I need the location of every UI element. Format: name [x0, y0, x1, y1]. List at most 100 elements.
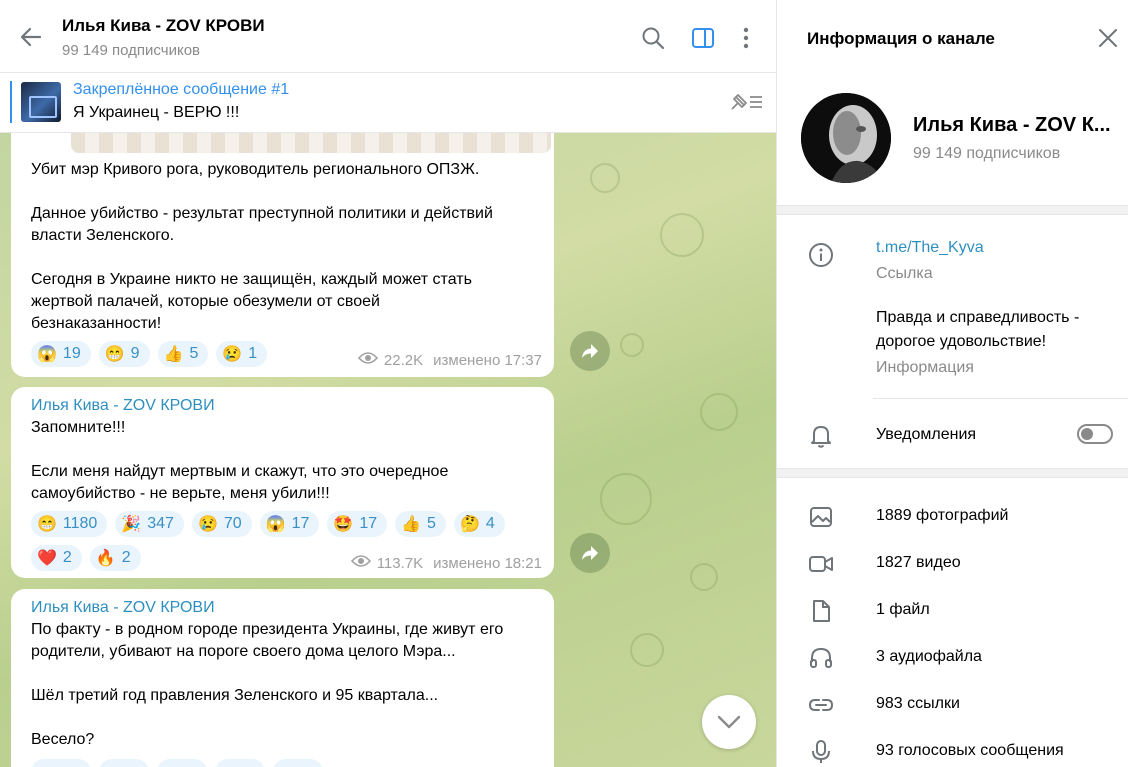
reaction-emoji-icon: 🎉 — [121, 516, 142, 533]
message-line — [31, 247, 536, 269]
link-icon — [808, 692, 834, 718]
forward-button[interactable] — [570, 533, 610, 573]
reaction-chip[interactable]: 🤔 4 — [453, 511, 505, 537]
media-row[interactable]: 1827 видео — [777, 544, 1128, 584]
reaction-count: 17 — [291, 515, 310, 532]
reaction-count: 5 — [189, 345, 199, 362]
message-meta: 22.2K изменено 17:37 — [357, 351, 542, 369]
reaction-chip[interactable]: 😢 1 — [216, 341, 268, 367]
message-text: Запомните!!! Если меня найдут мертвым и с… — [31, 417, 536, 505]
chat-subscribers: 99 149 подписчиков — [62, 42, 201, 59]
message-line: власти Зеленского. — [31, 227, 175, 244]
media-label: 1 файл — [876, 601, 930, 618]
close-button[interactable] — [1097, 27, 1119, 49]
reaction-chip[interactable] — [157, 759, 207, 767]
views-count: 22.2K — [383, 351, 424, 369]
pinned-message-bar[interactable]: Закреплённое сообщение #1 Я Украинец - В… — [0, 73, 776, 133]
message-bubble[interactable]: Илья Кива - ZOV КРОВИ Запомните!!! Если м… — [11, 387, 554, 578]
reaction-chip[interactable]: 👍 5 — [157, 341, 209, 367]
message-line: Сегодня в Украине никто не защищён, кажд… — [31, 271, 472, 288]
arrow-left-icon — [20, 27, 42, 47]
media-row[interactable]: 1 файл — [777, 591, 1128, 631]
reaction-chip[interactable]: 🔥 2 — [89, 545, 141, 571]
reaction-count: 2 — [121, 549, 131, 566]
section-divider — [777, 205, 1128, 215]
message-line: Весело? — [31, 731, 95, 748]
reaction-emoji-icon: ❤️ — [37, 550, 57, 567]
message-line: Шёл третий год правления Зеленского и 95… — [31, 687, 439, 704]
forward-button[interactable] — [570, 331, 610, 371]
channel-link[interactable]: t.me/The_Kyva — [876, 239, 984, 257]
reaction-emoji-icon: 😢 — [222, 346, 243, 363]
reaction-count: 347 — [147, 515, 174, 532]
sidebar-icon — [692, 28, 714, 48]
message-bubble[interactable]: Илья Кива - ZOV КРОВИ По факту - в родно… — [11, 589, 554, 767]
reaction-chip[interactable] — [273, 759, 323, 767]
edited-time: изменено 18:21 — [433, 554, 542, 572]
search-button[interactable] — [640, 25, 666, 51]
chat-header: Илья Кива - ZOV КРОВИ 99 149 подписчиков — [0, 0, 776, 73]
back-button[interactable] — [18, 24, 44, 50]
views-icon — [357, 351, 378, 369]
media-row[interactable]: 983 ссылки — [777, 685, 1128, 725]
message-sender[interactable]: Илья Кива - ZOV КРОВИ — [31, 599, 536, 617]
message-meta: 113.7K изменено 18:21 — [350, 554, 542, 572]
avatar-image — [801, 93, 891, 183]
message-bubble[interactable]: Убит мэр Кривого рога, руководитель реги… — [11, 115, 554, 377]
pinned-indicator — [10, 81, 12, 123]
headphones-icon — [808, 645, 834, 671]
reaction-emoji-icon: 👍 — [401, 516, 422, 533]
message-sender[interactable]: Илья Кива - ZOV КРОВИ — [31, 397, 536, 415]
reaction-chip[interactable]: 😱 19 — [31, 341, 91, 367]
media-row[interactable]: 3 аудиофайла — [777, 638, 1128, 678]
reaction-emoji-icon: 😁 — [37, 516, 57, 533]
media-label: 3 аудиофайла — [876, 648, 982, 665]
views-count: 113.7K — [376, 554, 424, 572]
reaction-chip[interactable]: 😱 17 — [259, 511, 320, 537]
reaction-emoji-icon: 🤩 — [333, 516, 354, 533]
media-row[interactable]: 93 голосовых сообщения — [777, 732, 1128, 767]
reaction-chip[interactable] — [215, 759, 265, 767]
reaction-emoji-icon: 😢 — [197, 516, 218, 533]
media-row[interactable]: 1889 фотографий — [777, 497, 1128, 537]
reaction-chip[interactable] — [99, 759, 149, 767]
search-icon — [642, 27, 665, 50]
channel-description-line1: Правда и справедливость - — [876, 309, 1080, 326]
media-label: 93 голосовых сообщения — [876, 742, 1064, 759]
pinned-list-button[interactable] — [728, 89, 764, 115]
message-line: жертвой палачей, которые обезумели от св… — [31, 293, 380, 310]
reaction-chip[interactable]: ❤️ 2 — [31, 545, 82, 571]
forward-icon — [582, 344, 598, 358]
reaction-count: 4 — [485, 515, 495, 532]
message-text: Убит мэр Кривого рога, руководитель реги… — [31, 159, 536, 335]
avatar[interactable] — [801, 93, 891, 183]
reaction-count: 19 — [62, 345, 81, 362]
pinned-thumbnail — [21, 82, 61, 122]
media-label: 1827 видео — [876, 554, 961, 571]
microphone-icon — [808, 739, 834, 765]
more-button[interactable] — [733, 25, 759, 51]
video-icon — [808, 551, 834, 577]
reaction-chip[interactable] — [31, 759, 91, 767]
reaction-chip[interactable]: 🎉 347 — [115, 511, 184, 537]
message-line: Если меня найдут мертвым и скажут, что э… — [31, 463, 449, 480]
notifications-toggle[interactable] — [1077, 424, 1113, 444]
scroll-down-button[interactable] — [702, 695, 756, 749]
reaction-chip[interactable]: 😁 1180 — [31, 511, 108, 537]
reaction-emoji-icon: 😱 — [265, 516, 286, 533]
reaction-emoji-icon: 😱 — [37, 346, 57, 363]
reaction-chip[interactable]: 😁 9 — [98, 341, 150, 367]
chat-title[interactable]: Илья Кива - ZOV КРОВИ — [62, 16, 265, 36]
channel-subscribers: 99 149 подписчиков — [913, 145, 1061, 162]
reaction-chip[interactable]: 🤩 17 — [327, 511, 388, 537]
sidebar-toggle-button[interactable] — [690, 25, 716, 51]
reaction-count: 17 — [359, 515, 378, 532]
channel-name: Илья Кива - ZOV К... — [913, 114, 1111, 136]
reaction-chip[interactable]: 😢 70 — [191, 511, 252, 537]
pinned-text: Я Украинец - ВЕРЮ !!! — [73, 104, 240, 121]
reaction-chip[interactable]: 👍 5 — [395, 511, 446, 537]
close-icon — [1099, 29, 1117, 47]
reaction-emoji-icon: 👍 — [163, 346, 184, 363]
photo-icon — [808, 504, 834, 530]
bell-icon — [808, 423, 834, 449]
